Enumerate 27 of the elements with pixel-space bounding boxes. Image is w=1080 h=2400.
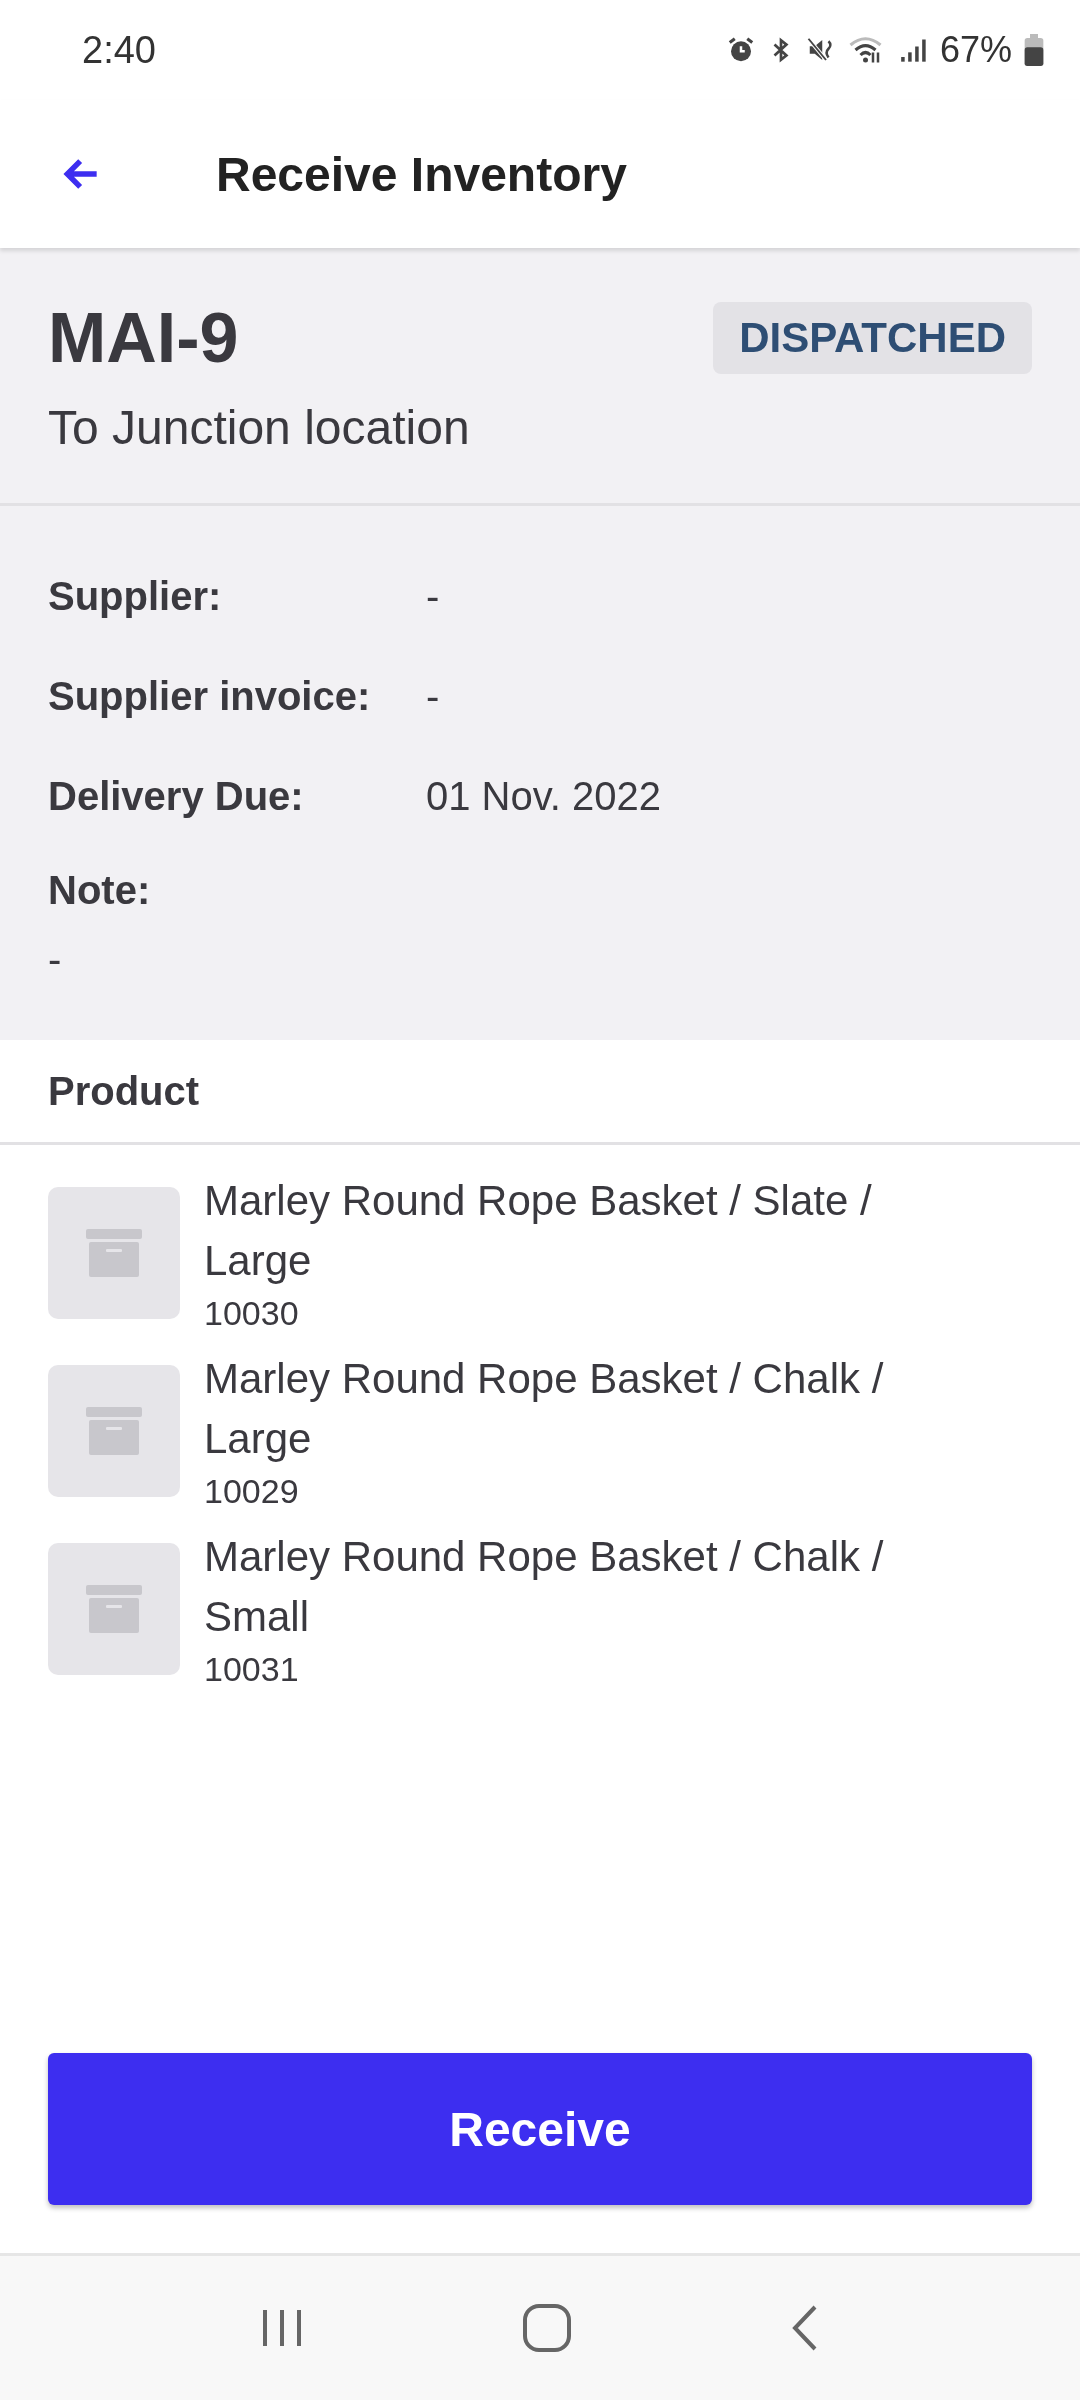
page-title: Receive Inventory: [216, 146, 627, 202]
battery-percent: 67%: [939, 29, 1012, 71]
detail-label: Supplier invoice:: [48, 673, 372, 719]
status-time: 2:40: [82, 28, 156, 72]
transfer-id: MAI-9: [48, 298, 239, 378]
product-heading: Product: [48, 1068, 200, 1114]
destination-text: To Junction location: [48, 400, 471, 455]
status-badge: DISPATCHED: [713, 302, 1032, 374]
box-icon: [86, 1407, 142, 1455]
box-icon: [86, 1229, 142, 1277]
receive-button[interactable]: Receive: [48, 2053, 1032, 2205]
detail-value: -: [426, 673, 440, 719]
home-icon[interactable]: [522, 2303, 572, 2353]
note-label: Note:: [48, 868, 152, 913]
battery-icon: [1024, 34, 1044, 66]
detail-value: 01 Nov. 2022: [426, 773, 661, 819]
product-name: Marley Round Rope Basket / Chalk / Small: [204, 1532, 885, 1642]
product-sku: 10030: [204, 1293, 300, 1334]
product-name: Marley Round Rope Basket / Slate / Large: [204, 1176, 873, 1286]
box-icon: [86, 1585, 142, 1633]
note-value: -: [48, 937, 63, 982]
detail-label: Delivery Due:: [48, 773, 305, 819]
product-sku: 10031: [204, 1649, 300, 1690]
detail-value: -: [426, 573, 440, 619]
product-name: Marley Round Rope Basket / Chalk / Large: [204, 1354, 885, 1464]
detail-label: Supplier:: [48, 573, 223, 619]
product-sku: 10029: [204, 1471, 300, 1512]
